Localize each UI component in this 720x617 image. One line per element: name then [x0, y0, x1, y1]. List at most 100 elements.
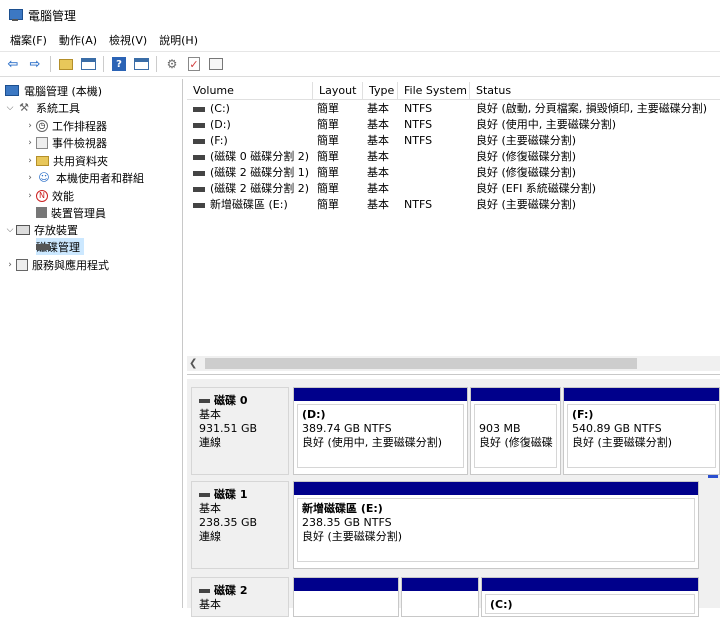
volume-layout: 簡單: [317, 134, 339, 147]
partition-recovery[interactable]: 903 MB 良好 (修復磁碟: [470, 387, 561, 475]
chevron-right-icon[interactable]: ›: [24, 121, 36, 131]
chevron-right-icon[interactable]: ›: [24, 191, 36, 201]
event-viewer-icon: [36, 136, 48, 149]
tree-item-computer-management[interactable]: 電腦管理 (本機): [4, 82, 102, 99]
partition-size: 238.35 GB NTFS: [302, 516, 392, 529]
chevron-down-icon[interactable]: ⌵: [4, 225, 16, 235]
connect-icon[interactable]: ⚙: [163, 55, 181, 73]
tree-item-disk-management[interactable]: 磁碟管理: [36, 238, 84, 255]
partition-efi[interactable]: [401, 577, 479, 617]
table-row[interactable]: (F:) 簡單 基本 NTFS 良好 (主要磁碟分割): [187, 133, 720, 149]
volume-status: 良好 (主要磁碟分割): [476, 134, 577, 147]
volume-icon: [193, 154, 205, 160]
table-row[interactable]: (磁碟 0 磁碟分割 2) 簡單 基本 良好 (修復磁碟分割): [187, 149, 720, 165]
toolbar-separator: [103, 56, 104, 72]
volume-status: 良好 (修復磁碟分割): [476, 166, 577, 179]
volume-icon: [193, 186, 205, 192]
toolbar: ⇦ ⇨ ? ⚙ ✓: [0, 51, 720, 77]
volume-layout: 簡單: [317, 182, 339, 195]
partition-bar: [402, 578, 478, 591]
partition-name: 新增磁碟區 (E:): [302, 502, 383, 515]
table-row[interactable]: (C:) 簡單 基本 NTFS 良好 (啟動, 分頁檔案, 損毀傾印, 主要磁碟…: [187, 101, 720, 117]
tree-item-system-tools[interactable]: ⌵ ⚒ 系統工具: [4, 99, 80, 116]
disk-label[interactable]: 磁碟 0 基本 931.51 GB 連線: [191, 387, 289, 475]
disk-label[interactable]: 磁碟 2 基本: [191, 577, 289, 617]
pane-splitter[interactable]: [187, 374, 720, 378]
help-icon[interactable]: ?: [110, 55, 128, 73]
menu-file[interactable]: 檔案(F): [4, 32, 53, 48]
tree-item-storage[interactable]: ⌵ 存放裝置: [4, 221, 78, 238]
partition-f[interactable]: (F:) 540.89 GB NTFS 良好 (主要磁碟分割): [563, 387, 720, 475]
volume-status: 良好 (主要磁碟分割): [476, 198, 577, 211]
column-header-volume[interactable]: Volume: [187, 82, 313, 100]
volume-name: (磁碟 2 磁碟分割 1): [210, 166, 310, 179]
volume-file-system: NTFS: [404, 134, 433, 147]
chevron-right-icon[interactable]: ›: [24, 138, 36, 148]
tree-item-shared-folders[interactable]: › 共用資料夾: [24, 152, 108, 169]
column-header-layout[interactable]: Layout: [313, 82, 363, 100]
tree-item-services-applications[interactable]: › 服務與應用程式: [4, 256, 109, 273]
menu-action[interactable]: 動作(A): [53, 32, 103, 48]
tree-item-performance[interactable]: › N 效能: [24, 187, 74, 204]
partition-bar: [294, 482, 698, 495]
disk-name: 磁碟 1: [199, 488, 281, 502]
up-folder-icon[interactable]: [57, 55, 75, 73]
volume-list-header: Volume Layout Type File System Status: [187, 82, 720, 100]
column-header-file-system[interactable]: File System: [398, 82, 470, 100]
volume-layout: 簡單: [317, 118, 339, 131]
volume-name: (C:): [210, 102, 230, 115]
computer-management-icon: [8, 8, 23, 22]
column-header-status[interactable]: Status: [470, 82, 720, 100]
chevron-right-icon[interactable]: ›: [24, 173, 36, 183]
partition-status: 良好 (主要磁碟分割): [572, 436, 673, 449]
checklist-icon[interactable]: ✓: [185, 55, 203, 73]
partition-bar: [294, 578, 398, 591]
disk-graphical-view: 磁碟 0 基本 931.51 GB 連線 (D:) 389.74 GB NTFS…: [187, 379, 720, 617]
partition-c[interactable]: (C:): [481, 577, 699, 617]
console-tree: 電腦管理 (本機) ⌵ ⚒ 系統工具 › ◷ 工作排程器 › 事件檢視器 › 共…: [0, 79, 183, 608]
partition-e[interactable]: 新增磁碟區 (E:) 238.35 GB NTFS 良好 (主要磁碟分割): [293, 481, 699, 569]
forward-arrow-icon[interactable]: ⇨: [26, 55, 44, 73]
disk-name: 磁碟 0: [199, 394, 281, 408]
table-row[interactable]: 新增磁碟區 (E:) 簡單 基本 NTFS 良好 (主要磁碟分割): [187, 197, 720, 213]
partition-size: 389.74 GB NTFS: [302, 422, 392, 435]
volume-type: 基本: [367, 166, 389, 179]
chevron-right-icon[interactable]: ›: [24, 156, 36, 166]
tree-item-task-scheduler[interactable]: › ◷ 工作排程器: [24, 117, 107, 134]
disk-label[interactable]: 磁碟 1 基本 238.35 GB 連線: [191, 481, 289, 569]
show-action-pane-icon[interactable]: [132, 55, 150, 73]
column-header-type[interactable]: Type: [363, 82, 398, 100]
partition-d[interactable]: (D:) 389.74 GB NTFS 良好 (使用中, 主要磁碟分割): [293, 387, 468, 475]
volume-name: (磁碟 2 磁碟分割 2): [210, 182, 310, 195]
tree-item-device-manager[interactable]: 裝置管理員: [36, 204, 106, 221]
show-hide-console-tree-icon[interactable]: [79, 55, 97, 73]
tree-item-local-users-groups[interactable]: › ☺ 本機使用者和群組: [24, 169, 144, 186]
services-icon: [16, 258, 28, 271]
volume-name: (F:): [210, 134, 228, 147]
disk-type: 基本: [199, 502, 221, 515]
menu-view[interactable]: 檢視(V): [103, 32, 153, 48]
partition-bar: [564, 388, 719, 401]
scrollbar-thumb[interactable]: [205, 358, 637, 369]
partition-status: 良好 (修復磁碟: [479, 436, 553, 449]
chevron-down-icon[interactable]: ⌵: [4, 103, 16, 113]
back-arrow-icon[interactable]: ⇦: [4, 55, 22, 73]
properties-icon[interactable]: [207, 55, 225, 73]
partition-recovery-1[interactable]: [293, 577, 399, 617]
volume-name: (磁碟 0 磁碟分割 2): [210, 150, 310, 163]
volume-type: 基本: [367, 198, 389, 211]
table-row[interactable]: (D:) 簡單 基本 NTFS 良好 (使用中, 主要磁碟分割): [187, 117, 720, 133]
scroll-indicator: [708, 475, 718, 478]
volume-status: 良好 (修復磁碟分割): [476, 150, 577, 163]
table-row[interactable]: (磁碟 2 磁碟分割 2) 簡單 基本 良好 (EFI 系統磁碟分割): [187, 181, 720, 197]
tree-item-event-viewer[interactable]: › 事件檢視器: [24, 134, 107, 151]
volume-file-system: NTFS: [404, 102, 433, 115]
menu-help[interactable]: 說明(H): [153, 32, 204, 48]
scroll-left-icon[interactable]: ❮: [189, 356, 197, 371]
shared-folder-icon: [36, 155, 49, 166]
chevron-right-icon[interactable]: ›: [4, 260, 16, 270]
horizontal-scrollbar[interactable]: ❮: [187, 356, 720, 371]
table-row[interactable]: (磁碟 2 磁碟分割 1) 簡單 基本 良好 (修復磁碟分割): [187, 165, 720, 181]
partition-status: 良好 (主要磁碟分割): [302, 530, 403, 543]
disk-size: 238.35 GB: [199, 516, 258, 529]
